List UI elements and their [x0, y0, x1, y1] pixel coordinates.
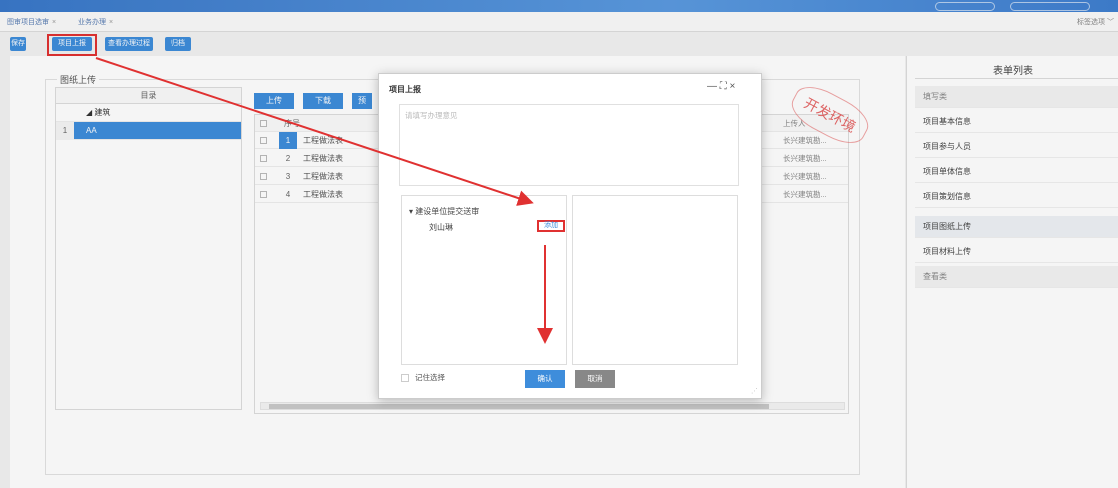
arrow-to-add-link	[95, 57, 534, 206]
annotation-arrows	[95, 57, 553, 344]
